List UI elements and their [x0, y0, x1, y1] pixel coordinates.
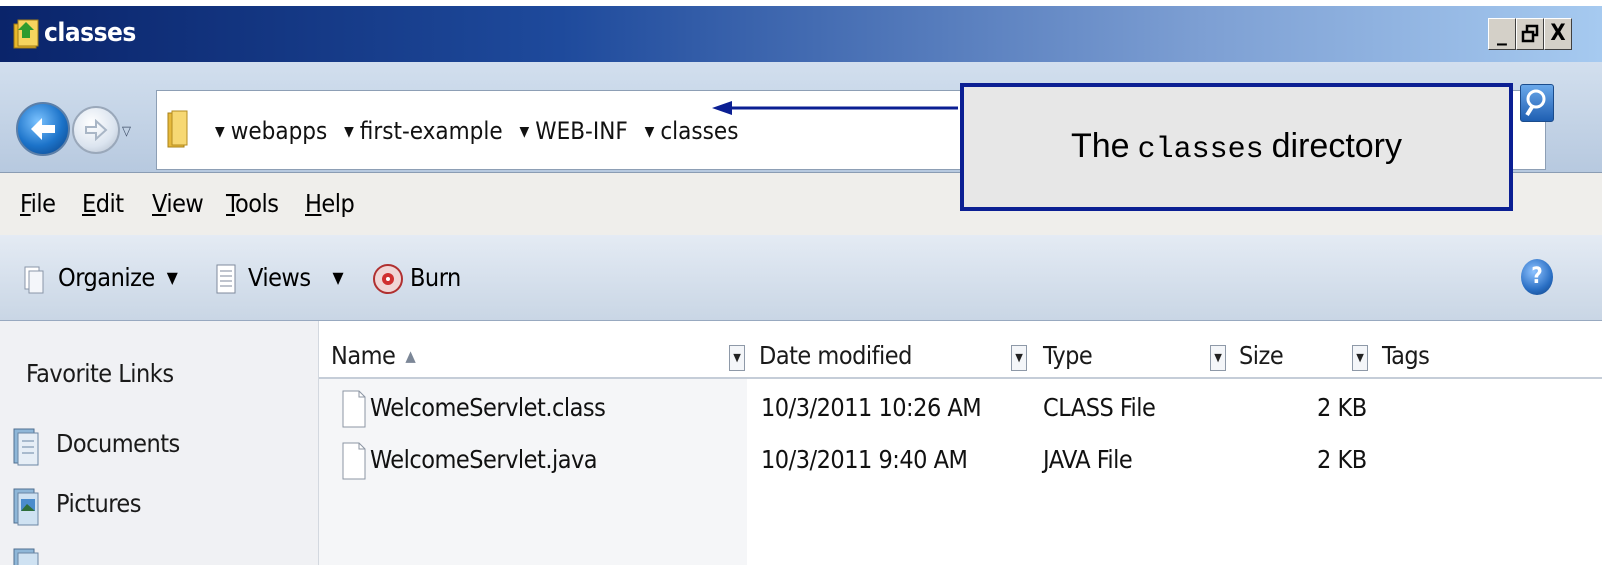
file-date: 10/3/2011 9:40 AM	[761, 445, 968, 474]
menu-help-label: elp	[321, 189, 355, 218]
sort-ascending-icon: ▲	[405, 347, 416, 365]
views-label: Views	[248, 263, 311, 292]
nav-link-documents-label: Documents	[56, 429, 180, 458]
column-type-dropdown-icon[interactable]: ▼	[1210, 345, 1226, 371]
column-header-date-modified[interactable]: Date modified	[759, 341, 912, 370]
close-button[interactable]: X	[1544, 18, 1572, 50]
file-date: 10/3/2011 10:26 AM	[761, 393, 982, 422]
menu-edit-label: dit	[95, 189, 124, 218]
views-button[interactable]: Views ▼	[214, 261, 344, 297]
column-header-size[interactable]: Size	[1239, 341, 1284, 370]
folder-icon	[13, 19, 39, 49]
menu-tools-label: ools	[235, 189, 279, 218]
burn-disc-icon	[373, 264, 403, 294]
breadcrumb-item-webapps[interactable]: webapps	[231, 113, 328, 149]
column-tags-label: Tags	[1382, 341, 1430, 370]
file-icon	[342, 390, 366, 428]
callout-text: The classes directory	[964, 127, 1509, 167]
search-button[interactable]	[1520, 84, 1554, 122]
file-name: WelcomeServlet.java	[370, 445, 598, 474]
column-header-name[interactable]: Name ▲	[331, 341, 416, 370]
breadcrumb-separator-icon[interactable]: ▼	[344, 124, 354, 140]
file-size: 2 KB	[1317, 393, 1367, 422]
help-icon: ?	[1531, 264, 1543, 289]
organize-icon	[24, 266, 44, 294]
chevron-down-icon: ▼	[166, 268, 178, 287]
callout-suffix: directory	[1271, 127, 1402, 165]
burn-label: Burn	[410, 263, 461, 292]
search-icon	[1525, 89, 1546, 117]
annotation-arrow	[712, 101, 958, 115]
menu-edit[interactable]: Edit	[82, 189, 124, 218]
explorer-screenshot: classes _ X ▽ ▼ webapps ▼ first-example …	[0, 0, 1602, 565]
column-name-dropdown-icon[interactable]: ▼	[729, 345, 745, 371]
title-bar: classes _ X	[0, 6, 1602, 62]
breadcrumb-separator-icon[interactable]: ▼	[215, 124, 225, 140]
pictures-icon	[13, 488, 39, 526]
callout-prefix: The	[1071, 127, 1130, 165]
file-icon	[342, 442, 366, 480]
menu-view[interactable]: View	[152, 189, 204, 218]
forward-arrow-icon	[85, 119, 108, 141]
burn-button[interactable]: Burn	[372, 261, 461, 297]
minimize-icon: _	[1497, 21, 1507, 46]
navigation-pane: Favorite Links Documents Pictures	[0, 321, 319, 565]
menu-file-label: ile	[30, 189, 56, 218]
folder-icon	[167, 110, 188, 148]
menu-edit-mnemonic: E	[82, 189, 96, 218]
menu-view-mnemonic: V	[152, 189, 167, 218]
breadcrumb: ▼ webapps ▼ first-example ▼ WEB-INF ▼ classe…	[205, 113, 738, 149]
breadcrumb-item-classes[interactable]: classes	[660, 113, 738, 149]
menu-file[interactable]: File	[20, 189, 56, 218]
column-size-dropdown-icon[interactable]: ▼	[1352, 345, 1368, 371]
file-row[interactable]: WelcomeServlet.java 10/3/2011 9:40 AM JA…	[319, 437, 1602, 487]
menu-file-mnemonic: F	[20, 189, 31, 218]
help-button[interactable]: ?	[1521, 259, 1553, 295]
recent-pages-dropdown-icon[interactable]: ▽	[122, 124, 131, 139]
favorite-links-heading: Favorite Links	[26, 359, 174, 388]
views-icon	[216, 264, 236, 294]
restore-icon	[1521, 24, 1539, 43]
breadcrumb-item-first-example[interactable]: first-example	[360, 113, 503, 149]
file-size: 2 KB	[1317, 445, 1367, 474]
chevron-down-icon: ▼	[332, 268, 344, 287]
column-name-label: Name	[331, 341, 396, 370]
menu-tools[interactable]: Tools	[226, 189, 279, 218]
column-header-type[interactable]: Type	[1043, 341, 1093, 370]
back-button[interactable]	[16, 102, 70, 156]
column-date-label: Date modified	[759, 341, 912, 370]
documents-icon	[13, 428, 39, 466]
window-title: classes	[44, 18, 136, 48]
column-size-label: Size	[1239, 341, 1284, 370]
file-list: Name ▲ ▼ Date modified ▼ Type ▼ Size ▼ Ta…	[319, 321, 1602, 565]
file-row[interactable]: WelcomeServlet.class 10/3/2011 10:26 AM …	[319, 385, 1602, 435]
organize-label: Organize	[58, 263, 155, 292]
back-arrow-icon	[31, 118, 55, 140]
command-bar: Organize ▼ Views ▼ Burn ?	[0, 235, 1602, 321]
file-type: JAVA File	[1043, 445, 1133, 474]
nav-link-pictures-label: Pictures	[56, 489, 141, 518]
annotation-callout: The classes directory	[960, 83, 1513, 211]
organize-button[interactable]: Organize ▼	[22, 261, 178, 297]
menu-help[interactable]: Help	[305, 189, 355, 218]
column-headers: Name ▲ ▼ Date modified ▼ Type ▼ Size ▼ Ta…	[319, 335, 1602, 379]
column-type-label: Type	[1043, 341, 1093, 370]
music-icon	[13, 548, 39, 565]
close-icon: X	[1550, 21, 1566, 46]
file-name: WelcomeServlet.class	[370, 393, 606, 422]
restore-button[interactable]	[1516, 18, 1544, 50]
breadcrumb-separator-icon[interactable]: ▼	[645, 124, 655, 140]
minimize-button[interactable]: _	[1488, 18, 1516, 50]
file-type: CLASS File	[1043, 393, 1156, 422]
callout-code: classes	[1137, 133, 1264, 167]
menu-view-label: iew	[166, 189, 204, 218]
forward-button[interactable]	[72, 106, 120, 154]
column-header-tags[interactable]: Tags	[1382, 341, 1430, 370]
breadcrumb-item-web-inf[interactable]: WEB-INF	[535, 113, 628, 149]
breadcrumb-separator-icon[interactable]: ▼	[520, 124, 530, 140]
column-date-dropdown-icon[interactable]: ▼	[1011, 345, 1027, 371]
menu-help-mnemonic: H	[305, 189, 322, 218]
menu-tools-mnemonic: T	[226, 189, 236, 218]
